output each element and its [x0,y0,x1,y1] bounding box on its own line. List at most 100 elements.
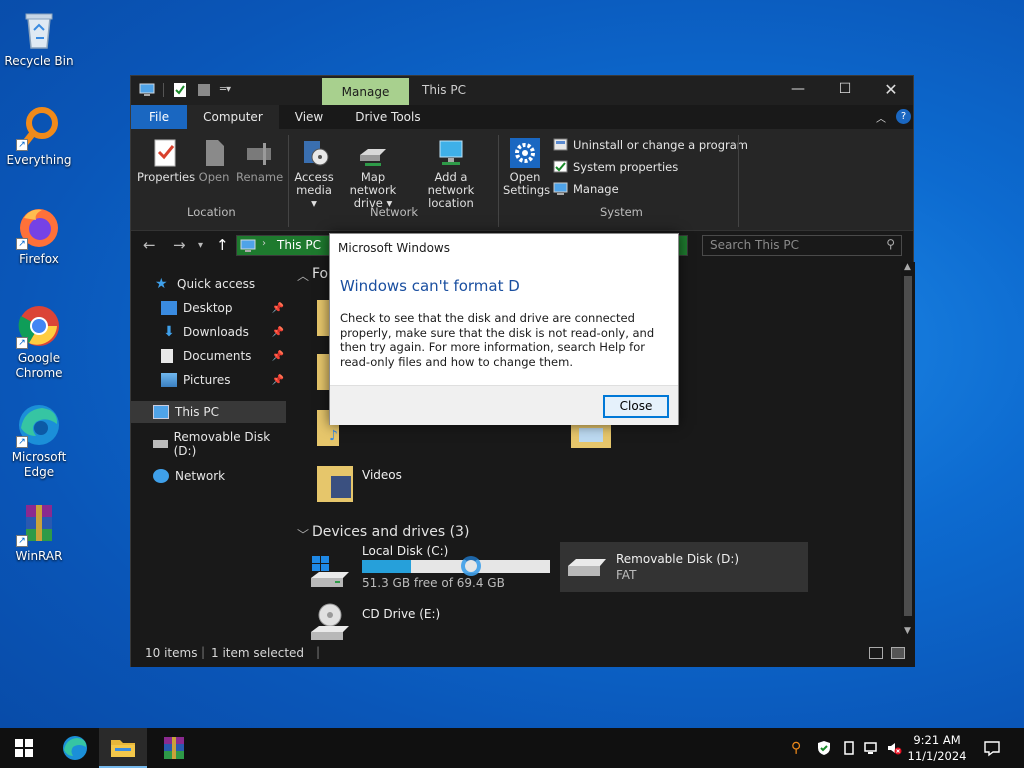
collapse-chevron-icon[interactable]: ︿ [297,267,309,284]
nav-downloads[interactable]: ⬇ Downloads 📌 [131,321,286,343]
desktop-icon-everything[interactable]: ↗ Everything [4,105,74,168]
back-button[interactable]: ← [143,236,156,254]
desktop-icon-label: Firefox [19,252,59,266]
system-properties-button[interactable]: System properties [553,159,678,174]
desktop-icon-label: Microsoft Edge [11,450,67,479]
taskbar-edge[interactable] [51,728,99,768]
help-icon[interactable]: ? [896,109,911,124]
address-text: This PC [277,238,321,252]
taskbar-winrar[interactable] [150,728,198,768]
nav-quick-access[interactable]: ★ Quick access [131,273,286,295]
pictures-folder-icon[interactable] [571,424,611,448]
pin-icon: 📌 [271,302,284,314]
nav-this-pc[interactable]: This PC [131,401,286,423]
close-window-button[interactable]: ✕ [868,76,914,105]
drive-c-usage-bar [362,560,550,573]
search-input[interactable]: Search This PC ⚲ [702,235,902,256]
selection-count: 1 item selected [211,646,305,660]
removable-drive-icon [568,559,606,576]
dialog-message: Check to see that the disk and drive are… [340,311,655,369]
item-count: 10 items [145,646,198,660]
network-icon [153,469,169,483]
nav-pictures[interactable]: Pictures 📌 [131,369,286,391]
qat-dropdown-icon[interactable]: ═▾ [220,82,236,98]
folder-icon [111,740,135,757]
volume-muted-icon[interactable] [886,740,902,756]
add-network-location-button[interactable]: Add a network location [411,137,491,210]
desktop-icon-edge[interactable]: ↗ Microsoft Edge [4,402,74,480]
drive-c-usage-fill [362,560,411,573]
tab-view[interactable]: View [279,105,339,129]
folder-icon[interactable] [317,300,329,336]
tab-file[interactable]: File [131,105,188,129]
dialog-footer: Close [330,385,678,425]
close-button[interactable]: Close [603,395,669,418]
tab-computer[interactable]: Computer [187,105,279,129]
star-icon: ★ [155,276,168,292]
scroll-down-icon[interactable]: ▼ [904,626,911,636]
start-button[interactable] [0,728,48,768]
computer-icon [240,239,256,256]
manage-contextual-tab[interactable]: Manage [322,78,409,105]
desktop-icon-winrar[interactable]: ↗ WinRAR [4,501,74,564]
vertical-scrollbar[interactable]: ▲ ▼ [901,262,915,640]
videos-folder-icon[interactable] [317,466,353,502]
pin-icon: 📌 [271,326,284,338]
network-status-icon[interactable] [864,740,880,756]
large-icons-view-icon[interactable] [891,647,905,659]
taskbar-clock[interactable]: 9:21 AM 11/1/2024 [906,732,968,764]
minimize-button[interactable]: — [775,76,821,105]
taskbar-file-explorer[interactable] [99,728,147,768]
uninstall-icon [553,137,568,152]
security-shield-icon[interactable] [816,740,832,756]
scroll-up-icon[interactable]: ▲ [904,262,911,272]
up-button[interactable]: ↑ [216,236,229,254]
uninstall-program-button[interactable]: Uninstall or change a program [553,137,748,152]
ribbon-group-label: System [600,205,643,219]
ribbon-tabs: File Computer View Drive Tools ︿ ? [131,105,913,129]
desktop-icon-recycle-bin[interactable]: Recycle Bin [4,6,74,69]
nav-removable-disk[interactable]: Removable Disk (D:) [131,430,286,458]
nav-desktop[interactable]: Desktop 📌 [131,297,286,319]
maximize-button[interactable]: ☐ [822,76,868,105]
folder-icon[interactable] [317,354,329,390]
edge-icon: ↗ [16,402,62,448]
open-button[interactable]: Open [194,137,234,184]
removable-device-icon[interactable] [841,740,857,756]
drive-c-free-space: 51.3 GB free of 69.4 GB [362,576,505,590]
scrollbar-thumb[interactable] [904,276,912,616]
new-folder-qat-icon[interactable] [196,82,212,98]
notifications-icon[interactable] [983,739,1000,757]
properties-qat-icon[interactable] [172,82,188,98]
local-disk-c-icon[interactable] [309,554,355,593]
window-title: This PC [422,83,466,97]
desktop-icon-firefox[interactable]: ↗ Firefox [4,204,74,267]
tab-drive-tools[interactable]: Drive Tools [339,105,436,129]
desktop-icon-chrome[interactable]: ↗ Google Chrome [4,303,74,381]
nav-documents[interactable]: Documents 📌 [131,345,286,367]
collapse-chevron-icon[interactable]: ﹀ [297,526,309,543]
open-settings-button[interactable]: Open Settings [503,137,550,197]
devices-section-header[interactable]: Devices and drives (3) [312,524,469,540]
desktop-icon-label: Recycle Bin [4,54,74,68]
folders-section-header[interactable]: Fo [312,266,328,282]
open-icon [198,137,230,169]
cd-drive-icon[interactable] [309,602,355,645]
map-network-drive-button[interactable]: Map network drive ▾ [337,137,409,210]
everything-tray-icon[interactable]: ⚲ [791,740,807,756]
properties-button[interactable]: Properties [137,137,195,184]
access-media-button[interactable]: Access media ▾ [293,137,335,210]
details-view-icon[interactable] [869,647,883,659]
manage-computer-button[interactable]: Manage [553,181,619,196]
nav-network[interactable]: Network [131,465,286,487]
recent-locations-icon[interactable]: ▾ [198,240,203,251]
pictures-icon [161,373,177,387]
rename-button[interactable]: Rename [236,137,283,184]
ribbon-group-label: Network [370,205,419,219]
quick-access-toolbar: ═▾ [139,82,236,98]
forward-button[interactable]: → [173,236,186,254]
collapse-ribbon-icon[interactable]: ︿ [876,110,886,125]
drive-d-tile[interactable]: Removable Disk (D:) FAT [560,542,808,592]
computer-icon [139,82,155,98]
network-drive-icon [357,137,389,169]
